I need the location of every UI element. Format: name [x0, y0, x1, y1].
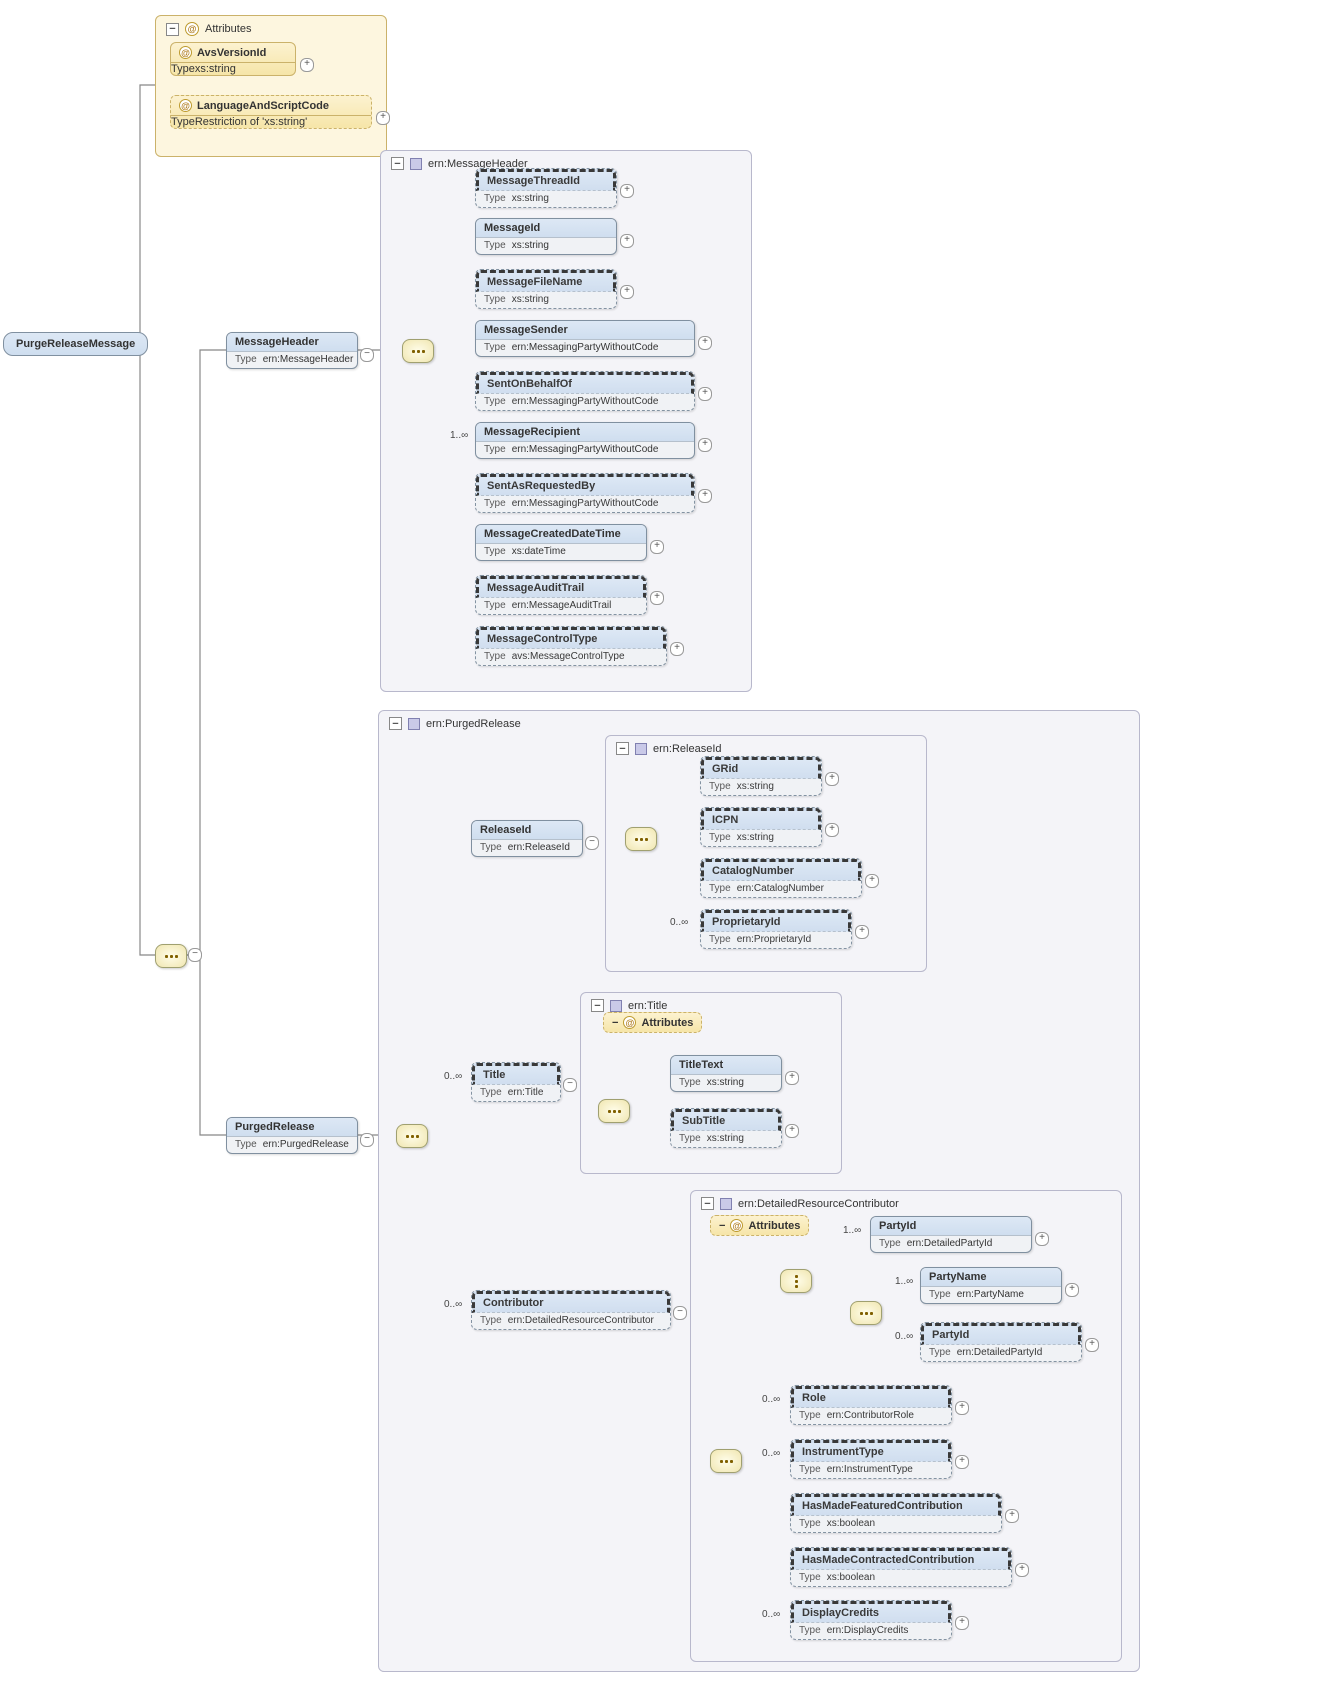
elem-catalognumber[interactable]: CatalogNumberTypeern:CatalogNumber — [700, 858, 862, 898]
elem-partyid-b[interactable]: PartyIdTypeern:DetailedPartyId — [920, 1322, 1082, 1362]
expand-icon[interactable]: − — [360, 348, 374, 362]
expand-icon[interactable]: + — [376, 111, 390, 125]
sequence-compositor[interactable] — [850, 1301, 882, 1325]
group-header: −@Attributes — [166, 22, 251, 36]
sequence-compositor[interactable] — [710, 1449, 742, 1473]
elem-grid[interactable]: GRidTypexs:string — [700, 756, 822, 796]
elem-messagecreated[interactable]: MessageCreatedDateTimeTypexs:dateTime — [475, 524, 647, 561]
elem-title[interactable]: TitleTypeern:Title — [471, 1062, 561, 1102]
collapse-icon[interactable]: − — [166, 23, 179, 36]
elem-audittrail[interactable]: MessageAuditTrailTypeern:MessageAuditTra… — [475, 575, 647, 615]
contributor-attributes[interactable]: −@Attributes — [710, 1215, 809, 1236]
elem-icpn[interactable]: ICPNTypexs:string — [700, 807, 822, 847]
elem-hasmadecontracted[interactable]: HasMadeContractedContributionTypexs:bool… — [790, 1547, 1012, 1587]
elem-messagesender[interactable]: MessageSenderTypeern:MessagingPartyWitho… — [475, 320, 695, 357]
attr-langscript[interactable]: @LanguageAndScriptCode TypeRestriction o… — [170, 95, 372, 129]
elem-instrumenttype[interactable]: InstrumentTypeTypeern:InstrumentType — [790, 1439, 952, 1479]
choice-compositor[interactable] — [780, 1269, 812, 1293]
elem-messageid[interactable]: MessageIdTypexs:string — [475, 218, 617, 255]
elem-messageheader[interactable]: MessageHeader Typeern:MessageHeader — [226, 332, 358, 369]
elem-messagefilename[interactable]: MessageFileNameTypexs:string — [475, 269, 617, 309]
expand-icon[interactable]: + — [300, 58, 314, 72]
elem-sentasrequestedby[interactable]: SentAsRequestedByTypeern:MessagingPartyW… — [475, 473, 695, 513]
elem-role[interactable]: RoleTypeern:ContributorRole — [790, 1385, 952, 1425]
sequence-compositor[interactable] — [155, 944, 187, 968]
root-label: PurgeReleaseMessage — [16, 338, 135, 350]
expand-icon[interactable]: − — [188, 948, 202, 962]
elem-controltype[interactable]: MessageControlTypeTypeavs:MessageControl… — [475, 626, 667, 666]
elem-partyname[interactable]: PartyNameTypeern:PartyName — [920, 1267, 1062, 1304]
elem-displaycredits[interactable]: DisplayCreditsTypeern:DisplayCredits — [790, 1600, 952, 1640]
elem-proprietaryid[interactable]: ProprietaryIdTypeern:ProprietaryId — [700, 909, 852, 949]
sequence-compositor[interactable] — [396, 1124, 428, 1148]
type-icon — [410, 158, 422, 170]
root-element[interactable]: PurgeReleaseMessage — [3, 332, 148, 356]
sequence-compositor[interactable] — [402, 339, 434, 363]
attr-avsversionid[interactable]: @AvsVersionId Typexs:string — [170, 42, 296, 76]
elem-hasmadefeatured[interactable]: HasMadeFeaturedContributionTypexs:boolea… — [790, 1493, 1002, 1533]
group-contributor: −ern:DetailedResourceContributor — [690, 1190, 1122, 1662]
schema-diagram: PurgeReleaseMessage −@Attributes @AvsVer… — [0, 0, 1317, 1703]
elem-sentonbehalfof[interactable]: SentOnBehalfOfTypeern:MessagingPartyWith… — [475, 371, 695, 411]
elem-releaseid[interactable]: ReleaseIdTypeern:ReleaseId — [471, 820, 583, 857]
elem-contributor[interactable]: ContributorTypeern:DetailedResourceContr… — [471, 1290, 671, 1330]
elem-titletext[interactable]: TitleTextTypexs:string — [670, 1055, 782, 1092]
attribute-icon: @ — [185, 22, 199, 36]
cardinality: 1..∞ — [450, 430, 468, 441]
elem-messagethreadid[interactable]: MessageThreadIdTypexs:string — [475, 168, 617, 208]
elem-partyid-a[interactable]: PartyIdTypeern:DetailedPartyId — [870, 1216, 1032, 1253]
elem-purgedrelease[interactable]: PurgedReleaseTypeern:PurgedRelease — [226, 1117, 358, 1154]
title-attributes[interactable]: −@Attributes — [603, 1012, 702, 1033]
elem-messagerecipient[interactable]: MessageRecipientTypeern:MessagingPartyWi… — [475, 422, 695, 459]
elem-subtitle[interactable]: SubTitleTypexs:string — [670, 1108, 782, 1148]
attributes-group: −@Attributes — [155, 15, 387, 157]
